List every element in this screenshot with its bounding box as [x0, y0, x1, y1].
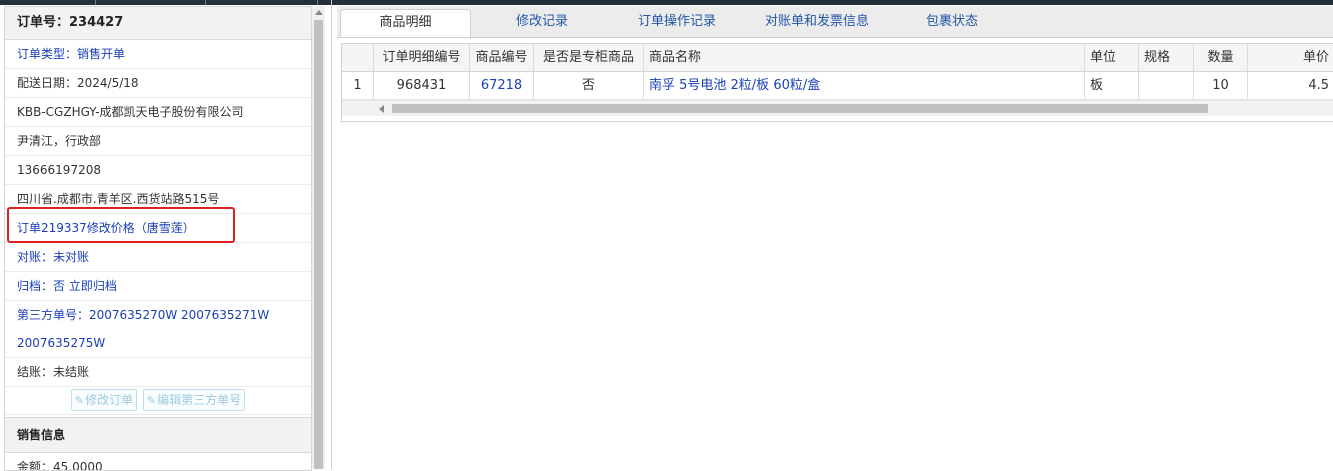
- grid-horizontal-scrollbar[interactable]: [342, 100, 1333, 116]
- order-info-panel: 订单号：234427 订单类型：销售开单 配送日期：2024/5/18 KBB-…: [4, 6, 312, 471]
- sales-info-header: 销售信息: [5, 417, 311, 453]
- customer-name: KBB-CGZHGY-成都凯天电子股份有限公司: [5, 98, 311, 127]
- column-header-product-name[interactable]: 商品名称: [644, 44, 1085, 71]
- edit-icon: ✎: [74, 394, 85, 407]
- panel-divider[interactable]: [331, 0, 332, 469]
- detail-tabs: 商品明细 修改记录 订单操作记录 对账单和发票信息 包裹状态: [337, 6, 1333, 38]
- product-no-link[interactable]: 67218: [470, 72, 534, 99]
- tab-order-operation-records[interactable]: 订单操作记录: [617, 9, 737, 37]
- contact-person: 尹清江，行政部: [5, 127, 311, 156]
- scroll-left-icon[interactable]: [379, 105, 384, 113]
- spec-cell: [1139, 72, 1194, 99]
- archive-status[interactable]: 归档：否 立即归档: [5, 272, 311, 301]
- column-header-index: [342, 44, 374, 71]
- order-number-title: 订单号：234427: [5, 7, 311, 40]
- column-header-spec[interactable]: 规格: [1139, 44, 1194, 71]
- product-detail-grid: 订单明细编号 商品编号 是否是专柜商品 商品名称 单位 规格 数量 单价 1 9…: [341, 43, 1333, 122]
- row-index: 1: [342, 72, 374, 99]
- edit-third-party-button[interactable]: ✎编辑第三方单号: [142, 389, 246, 411]
- tab-product-details[interactable]: 商品明细: [340, 9, 471, 37]
- unit-cell: 板: [1085, 72, 1139, 99]
- sales-amount: 金额：45.0000: [5, 453, 311, 470]
- edit-icon: ✎: [146, 394, 157, 407]
- horizontal-scrollbar-thumb[interactable]: [392, 104, 1208, 113]
- modify-order-button[interactable]: ✎修改订单: [70, 389, 138, 411]
- delivery-address: 四川省.成都市.青羊区.西货站路515号: [5, 185, 311, 214]
- detail-no-cell: 968431: [374, 72, 470, 99]
- tab-reconcile-invoice[interactable]: 对账单和发票信息: [747, 9, 887, 37]
- column-header-qty[interactable]: 数量: [1194, 44, 1248, 71]
- tab-modify-records[interactable]: 修改记录: [482, 9, 602, 37]
- modify-order-label: 修改订单: [85, 393, 134, 407]
- order-action-buttons: ✎修改订单 ✎编辑第三方单号: [5, 387, 311, 415]
- delivery-date: 配送日期：2024/5/18: [5, 69, 311, 98]
- table-row[interactable]: 1 968431 67218 否 南孚 5号电池 2粒/板 60粒/盒 板 10…: [342, 72, 1333, 100]
- scrollbar-thumb[interactable]: [314, 20, 323, 469]
- is-counter-cell: 否: [534, 72, 644, 99]
- edit-third-party-label: 编辑第三方单号: [157, 393, 242, 407]
- column-header-price[interactable]: 单价: [1248, 44, 1333, 71]
- tab-package-status[interactable]: 包裹状态: [902, 9, 1002, 37]
- settlement-status: 结账：未结账: [5, 358, 311, 387]
- order-type: 订单类型：销售开单: [5, 40, 311, 69]
- contact-phone: 13666197208: [5, 156, 311, 185]
- column-header-product-no[interactable]: 商品编号: [470, 44, 534, 71]
- product-name-link[interactable]: 南孚 5号电池 2粒/板 60粒/盒: [644, 72, 1085, 99]
- price-cell: 4.5: [1308, 78, 1329, 93]
- scroll-up-icon[interactable]: [315, 10, 323, 15]
- column-header-is-counter[interactable]: 是否是专柜商品: [534, 44, 644, 71]
- price-change-link[interactable]: 订单219337修改价格（唐雪莲）: [5, 214, 311, 243]
- grid-header-row: 订单明细编号 商品编号 是否是专柜商品 商品名称 单位 规格 数量 单价: [342, 44, 1333, 72]
- third-party-order-numbers: 第三方单号：2007635270W 2007635271W 2007635275…: [5, 301, 311, 358]
- top-bar: [0, 0, 1333, 5]
- column-header-unit[interactable]: 单位: [1085, 44, 1139, 71]
- reconcile-status[interactable]: 对账：未对账: [5, 243, 311, 272]
- column-header-detail-no[interactable]: 订单明细编号: [374, 44, 470, 71]
- qty-cell: 10: [1194, 72, 1248, 99]
- left-panel-scrollbar[interactable]: [312, 6, 325, 469]
